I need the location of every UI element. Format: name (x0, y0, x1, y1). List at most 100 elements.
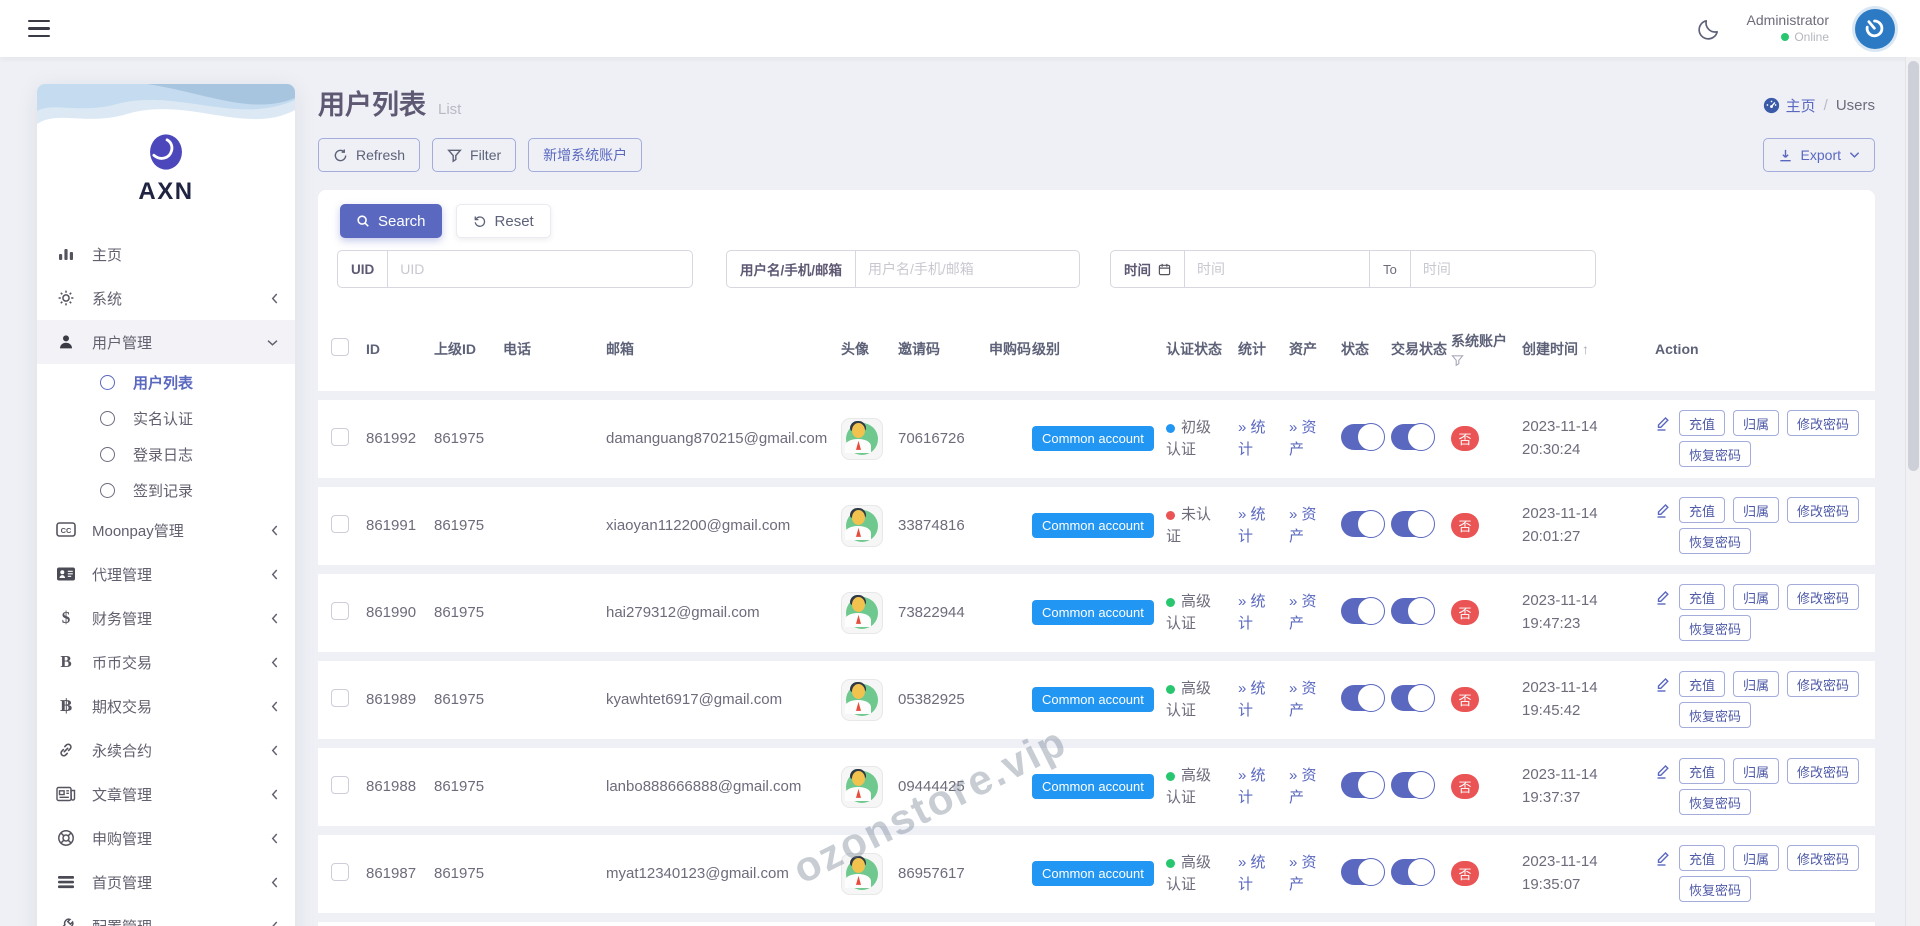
restore-password-button[interactable]: 恢复密码 (1679, 441, 1752, 468)
menu-toggle-icon[interactable] (28, 19, 50, 38)
belong-button[interactable]: 归属 (1733, 497, 1780, 524)
toolbar: Refresh Filter 新增系统账户 Export (318, 138, 1875, 172)
export-button[interactable]: Export (1762, 138, 1875, 172)
assets-link[interactable]: » 资产 (1289, 417, 1323, 461)
change-password-button[interactable]: 修改密码 (1787, 671, 1860, 698)
time-end-input[interactable] (1410, 251, 1595, 287)
restore-password-button[interactable]: 恢复密码 (1679, 789, 1752, 816)
stats-link[interactable]: » 统计 (1238, 504, 1272, 548)
sidebar-item-agent[interactable]: 代理管理 (37, 552, 295, 596)
gear-icon (55, 289, 77, 307)
change-password-button[interactable]: 修改密码 (1787, 497, 1860, 524)
assets-link[interactable]: » 资产 (1289, 852, 1323, 896)
row-checkbox[interactable] (331, 427, 349, 446)
change-password-button[interactable]: 修改密码 (1787, 845, 1860, 872)
edit-pencil-icon[interactable] (1655, 676, 1671, 693)
user-avatar[interactable] (1855, 8, 1895, 49)
edit-pencil-icon[interactable] (1655, 502, 1671, 519)
belong-button[interactable]: 归属 (1733, 758, 1780, 785)
sidebar-subitem-user-list[interactable]: 用户列表 (37, 364, 295, 400)
uid-input[interactable] (388, 251, 692, 287)
username-input[interactable] (856, 251, 1079, 287)
filter-button[interactable]: Filter (432, 138, 517, 172)
search-button[interactable]: Search (340, 204, 442, 238)
scrollbar-thumb[interactable] (1908, 61, 1919, 471)
breadcrumb-home-link[interactable]: 主页 (1763, 95, 1816, 116)
row-checkbox[interactable] (331, 775, 349, 794)
sidebar-item-config[interactable]: 配置管理 (37, 904, 295, 926)
trade-status-toggle[interactable] (1391, 596, 1435, 625)
change-password-button[interactable]: 修改密码 (1787, 584, 1860, 611)
assets-link[interactable]: » 资产 (1289, 591, 1323, 635)
stats-link[interactable]: » 统计 (1238, 852, 1272, 896)
stats-link[interactable]: » 统计 (1238, 417, 1272, 461)
sidebar-item-finance[interactable]: $ 财务管理 (37, 596, 295, 640)
trade-status-toggle[interactable] (1391, 422, 1435, 451)
status-toggle[interactable] (1341, 857, 1385, 886)
belong-button[interactable]: 归属 (1733, 410, 1780, 437)
status-toggle[interactable] (1341, 509, 1385, 538)
edit-pencil-icon[interactable] (1655, 589, 1671, 606)
trade-status-toggle[interactable] (1391, 857, 1435, 886)
recharge-button[interactable]: 充值 (1679, 758, 1726, 785)
status-toggle[interactable] (1341, 683, 1385, 712)
add-system-account-button[interactable]: 新增系统账户 (528, 138, 643, 172)
belong-button[interactable]: 归属 (1733, 584, 1780, 611)
recharge-button[interactable]: 充值 (1679, 410, 1726, 437)
assets-link[interactable]: » 资产 (1289, 765, 1323, 809)
row-checkbox[interactable] (331, 601, 349, 620)
sidebar-subitem-realname-auth[interactable]: 实名认证 (37, 400, 295, 436)
recharge-button[interactable]: 充值 (1679, 497, 1726, 524)
sidebar-item-perpetual[interactable]: 永续合约 (37, 728, 295, 772)
status-toggle[interactable] (1341, 422, 1385, 451)
trade-status-toggle[interactable] (1391, 770, 1435, 799)
column-filter-funnel-icon[interactable] (1451, 354, 1464, 367)
time-start-input[interactable] (1185, 251, 1370, 287)
status-toggle[interactable] (1341, 596, 1385, 625)
assets-link[interactable]: » 资产 (1289, 504, 1323, 548)
trade-status-toggle[interactable] (1391, 509, 1435, 538)
sidebar-subitem-login-log[interactable]: 登录日志 (37, 436, 295, 472)
change-password-button[interactable]: 修改密码 (1787, 758, 1860, 785)
user-id: 861989 (366, 691, 417, 709)
restore-password-button[interactable]: 恢复密码 (1679, 876, 1752, 903)
edit-pencil-icon[interactable] (1655, 850, 1671, 867)
status-toggle[interactable] (1341, 770, 1385, 799)
stats-link[interactable]: » 统计 (1238, 591, 1272, 635)
assets-link[interactable]: » 资产 (1289, 678, 1323, 722)
col-created[interactable]: 创建时间 ↑ (1522, 340, 1655, 359)
belong-button[interactable]: 归属 (1733, 671, 1780, 698)
sidebar-item-user-management[interactable]: 用户管理 (37, 320, 295, 364)
trade-status-toggle[interactable] (1391, 683, 1435, 712)
belong-button[interactable]: 归属 (1733, 845, 1780, 872)
sidebar-item-moonpay[interactable]: CC Moonpay管理 (37, 508, 295, 552)
refresh-button[interactable]: Refresh (318, 138, 421, 172)
sidebar-subitem-checkin-log[interactable]: 签到记录 (37, 472, 295, 508)
sidebar-item-options-trade[interactable]: ฿ 期权交易 (37, 684, 295, 728)
edit-pencil-icon[interactable] (1655, 415, 1671, 432)
sidebar-item-articles[interactable]: 文章管理 (37, 772, 295, 816)
sidebar-item-subscription[interactable]: 申购管理 (37, 816, 295, 860)
row-checkbox[interactable] (331, 862, 349, 881)
dark-mode-moon-icon[interactable] (1697, 17, 1721, 41)
stats-link[interactable]: » 统计 (1238, 765, 1272, 809)
sidebar-item-spot-trade[interactable]: B 币币交易 (37, 640, 295, 684)
stats-link[interactable]: » 统计 (1238, 678, 1272, 722)
sidebar-item-home[interactable]: 主页 (37, 232, 295, 276)
sidebar-item-homepage[interactable]: 首页管理 (37, 860, 295, 904)
scrollbar-track[interactable] (1905, 57, 1920, 926)
select-all-checkbox[interactable] (331, 338, 349, 356)
sidebar-item-system[interactable]: 系统 (37, 276, 295, 320)
recharge-button[interactable]: 充值 (1679, 671, 1726, 698)
edit-pencil-icon[interactable] (1655, 763, 1671, 780)
recharge-button[interactable]: 充值 (1679, 845, 1726, 872)
reset-button[interactable]: Reset (455, 204, 551, 238)
sidebar-subitem-label: 用户列表 (133, 374, 194, 392)
row-checkbox[interactable] (331, 514, 349, 533)
restore-password-button[interactable]: 恢复密码 (1679, 528, 1752, 555)
restore-password-button[interactable]: 恢复密码 (1679, 702, 1752, 729)
change-password-button[interactable]: 修改密码 (1787, 410, 1860, 437)
recharge-button[interactable]: 充值 (1679, 584, 1726, 611)
restore-password-button[interactable]: 恢复密码 (1679, 615, 1752, 642)
row-checkbox[interactable] (331, 688, 349, 707)
